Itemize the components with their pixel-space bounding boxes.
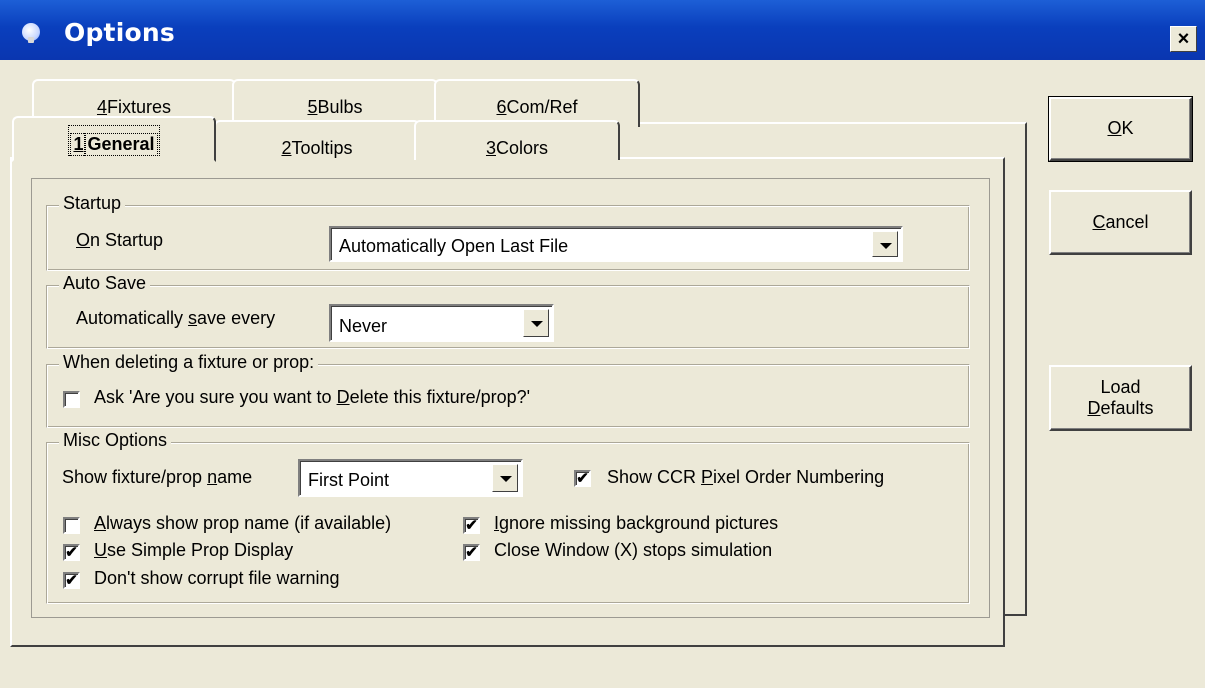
misc-options-legend: Misc Options xyxy=(59,430,172,451)
autosave-label: Automatically save every xyxy=(76,308,276,328)
ignore-missing-pictures-label: Ignore missing background pictures xyxy=(494,513,779,533)
close-stops-simulation-label: Close Window (X) stops simulation xyxy=(494,540,773,560)
tab-general[interactable]: 1 General xyxy=(12,116,216,162)
on-startup-dropdown[interactable]: Automatically Open Last File xyxy=(329,226,903,262)
title-bar[interactable]: Options × xyxy=(0,0,1205,60)
show-name-dropdown[interactable]: First Point xyxy=(298,459,523,497)
autosave-interval-dropdown[interactable]: Never xyxy=(329,304,554,342)
show-name-label: Show fixture/prop name xyxy=(62,467,253,487)
ccr-pixel-order-checkbox[interactable]: ✔ xyxy=(574,470,591,487)
delete-legend: When deleting a fixture or prop: xyxy=(59,352,319,373)
chevron-down-icon[interactable] xyxy=(523,309,549,337)
corrupt-file-warning-label: Don't show corrupt file warning xyxy=(94,568,340,588)
on-startup-label: On Startup xyxy=(76,230,164,250)
chevron-down-icon[interactable] xyxy=(872,231,898,257)
simple-prop-display-checkbox[interactable]: ✔ xyxy=(63,544,80,561)
startup-legend: Startup xyxy=(59,193,126,214)
always-show-prop-name-checkbox[interactable] xyxy=(63,517,80,534)
simple-prop-display-label: Use Simple Prop Display xyxy=(94,540,294,560)
close-stops-simulation-checkbox[interactable]: ✔ xyxy=(463,544,480,561)
tab-bulbs[interactable]: 5 Bulbs xyxy=(232,79,438,125)
ask-delete-label: Ask 'Are you sure you want to Delete thi… xyxy=(94,387,531,407)
always-show-prop-name-label: Always show prop name (if available) xyxy=(94,513,392,533)
chevron-down-icon[interactable] xyxy=(492,464,518,492)
show-name-value: First Point xyxy=(308,470,390,490)
close-button[interactable]: × xyxy=(1170,26,1197,52)
autosave-interval-value: Never xyxy=(339,316,388,336)
lightbulb-icon xyxy=(22,23,40,43)
options-dialog: Options × 4 Fixtures 5 Bulbs 6 Com/Ref 2… xyxy=(0,0,1205,688)
ok-button[interactable]: OK xyxy=(1048,96,1193,162)
window-title: Options xyxy=(64,18,175,47)
autosave-legend: Auto Save xyxy=(59,273,151,294)
tab-tooltips[interactable]: 2 Tooltips xyxy=(214,120,420,160)
corrupt-file-warning-checkbox[interactable]: ✔ xyxy=(63,572,80,589)
cancel-button[interactable]: Cancel xyxy=(1049,190,1192,255)
ccr-pixel-order-label: Show CCR Pixel Order Numbering xyxy=(607,467,885,487)
ask-delete-checkbox[interactable] xyxy=(63,391,80,408)
on-startup-value: Automatically Open Last File xyxy=(339,236,569,256)
load-defaults-button[interactable]: Load Defaults xyxy=(1049,365,1192,431)
tab-colors[interactable]: 3 Colors xyxy=(414,120,620,160)
ignore-missing-pictures-checkbox[interactable]: ✔ xyxy=(463,517,480,534)
